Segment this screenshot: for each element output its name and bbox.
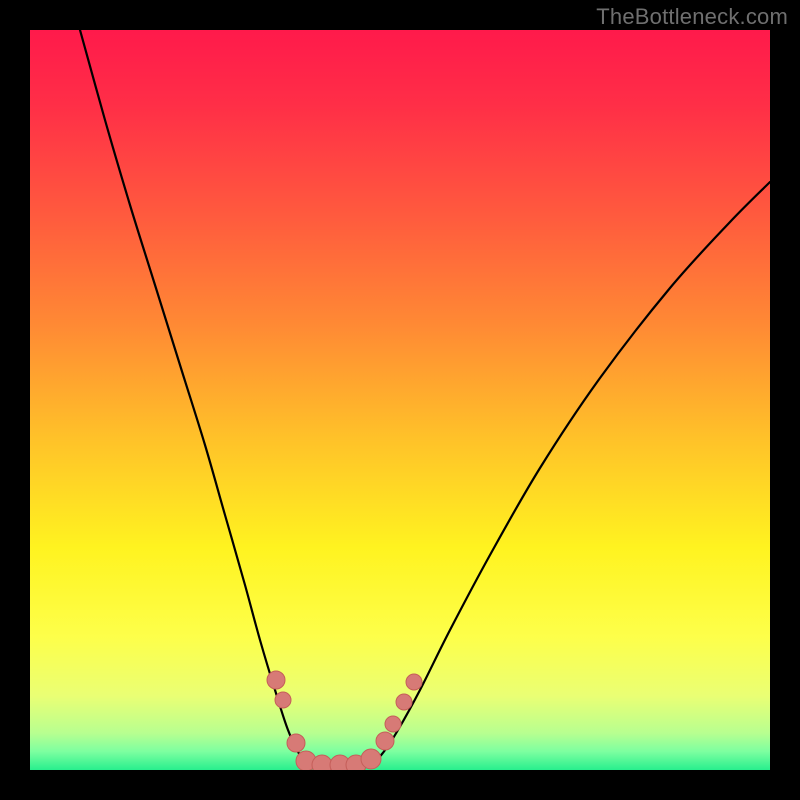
curve-markers: [267, 671, 422, 770]
curve-marker: [275, 692, 291, 708]
curve-marker: [406, 674, 422, 690]
plot-area: [30, 30, 770, 770]
curve-marker: [396, 694, 412, 710]
chart-frame: TheBottleneck.com: [0, 0, 800, 800]
curve-marker: [361, 749, 381, 769]
curve-marker: [376, 732, 394, 750]
curve-marker: [312, 755, 332, 770]
curve-marker: [385, 716, 401, 732]
bottleneck-curve: [80, 30, 770, 770]
curve-layer: [30, 30, 770, 770]
watermark-text: TheBottleneck.com: [596, 4, 788, 30]
curve-marker: [287, 734, 305, 752]
curve-marker: [267, 671, 285, 689]
